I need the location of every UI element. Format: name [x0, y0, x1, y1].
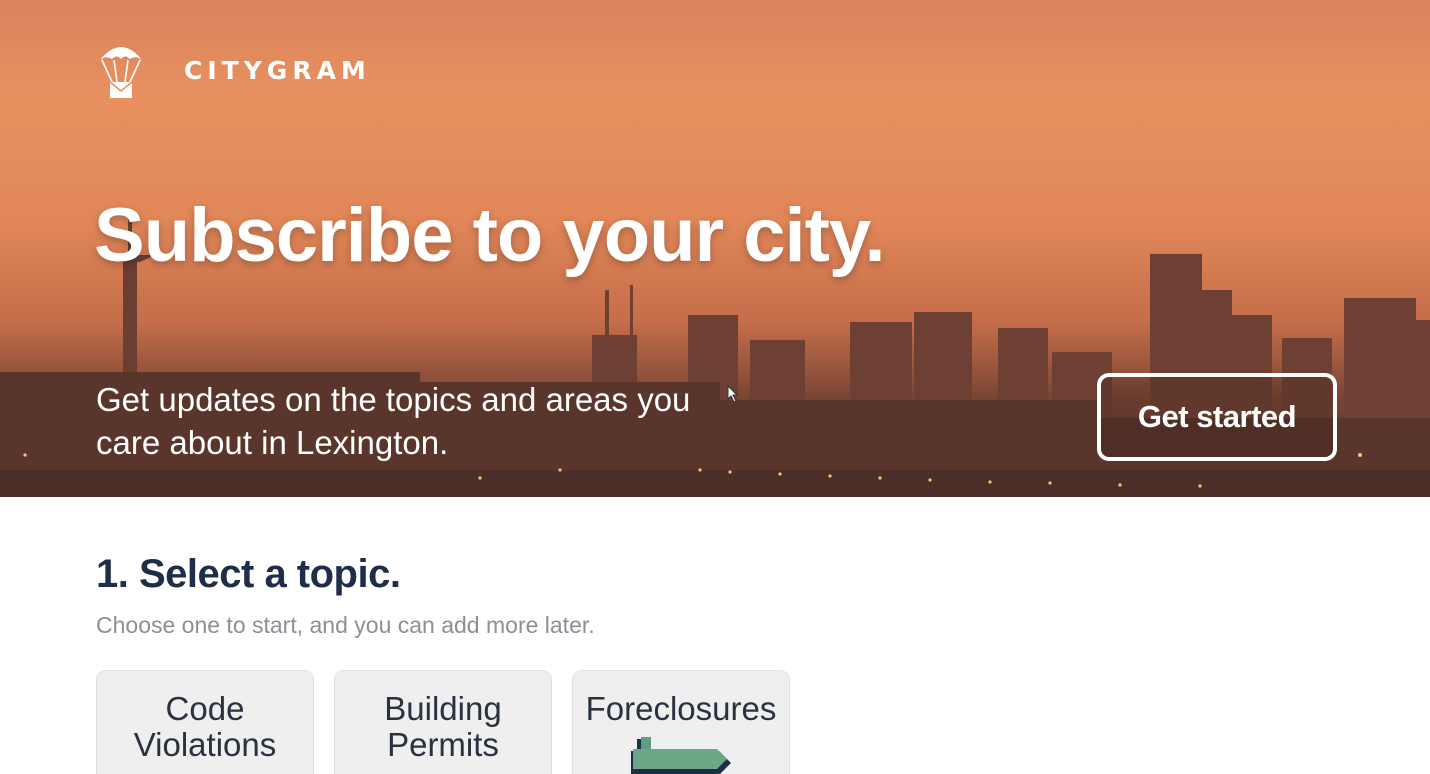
hero-banner: CITYGRAM Subscribe to your city. Get upd… [0, 0, 1430, 497]
topic-card-building-permits[interactable]: Building Permits [334, 670, 552, 774]
page: CITYGRAM Subscribe to your city. Get upd… [0, 0, 1430, 774]
parachute-envelope-icon [100, 47, 142, 98]
brand-logo[interactable]: CITYGRAM [98, 40, 371, 100]
hero-subtitle: Get updates on the topics and areas you … [96, 381, 691, 461]
brand-name: CITYGRAM [184, 55, 371, 85]
get-started-button[interactable]: Get started [1097, 373, 1337, 461]
hero-title: Subscribe to your city. [94, 193, 886, 278]
select-topic-heading: 1. Select a topic. [96, 552, 401, 596]
select-topic-subtitle: Choose one to start, and you can add mor… [96, 612, 595, 638]
topic-label: Building Permits [384, 690, 502, 763]
topic-label: Foreclosures [585, 690, 777, 727]
signpost-icon [631, 737, 731, 774]
topic-list: Code Violations Building Permits Foreclo… [96, 670, 790, 774]
topic-label: Code Violations [133, 690, 277, 763]
topic-card-foreclosures[interactable]: Foreclosures [572, 670, 790, 774]
topic-card-code-violations[interactable]: Code Violations [96, 670, 314, 774]
mouse-cursor-icon [727, 385, 739, 403]
